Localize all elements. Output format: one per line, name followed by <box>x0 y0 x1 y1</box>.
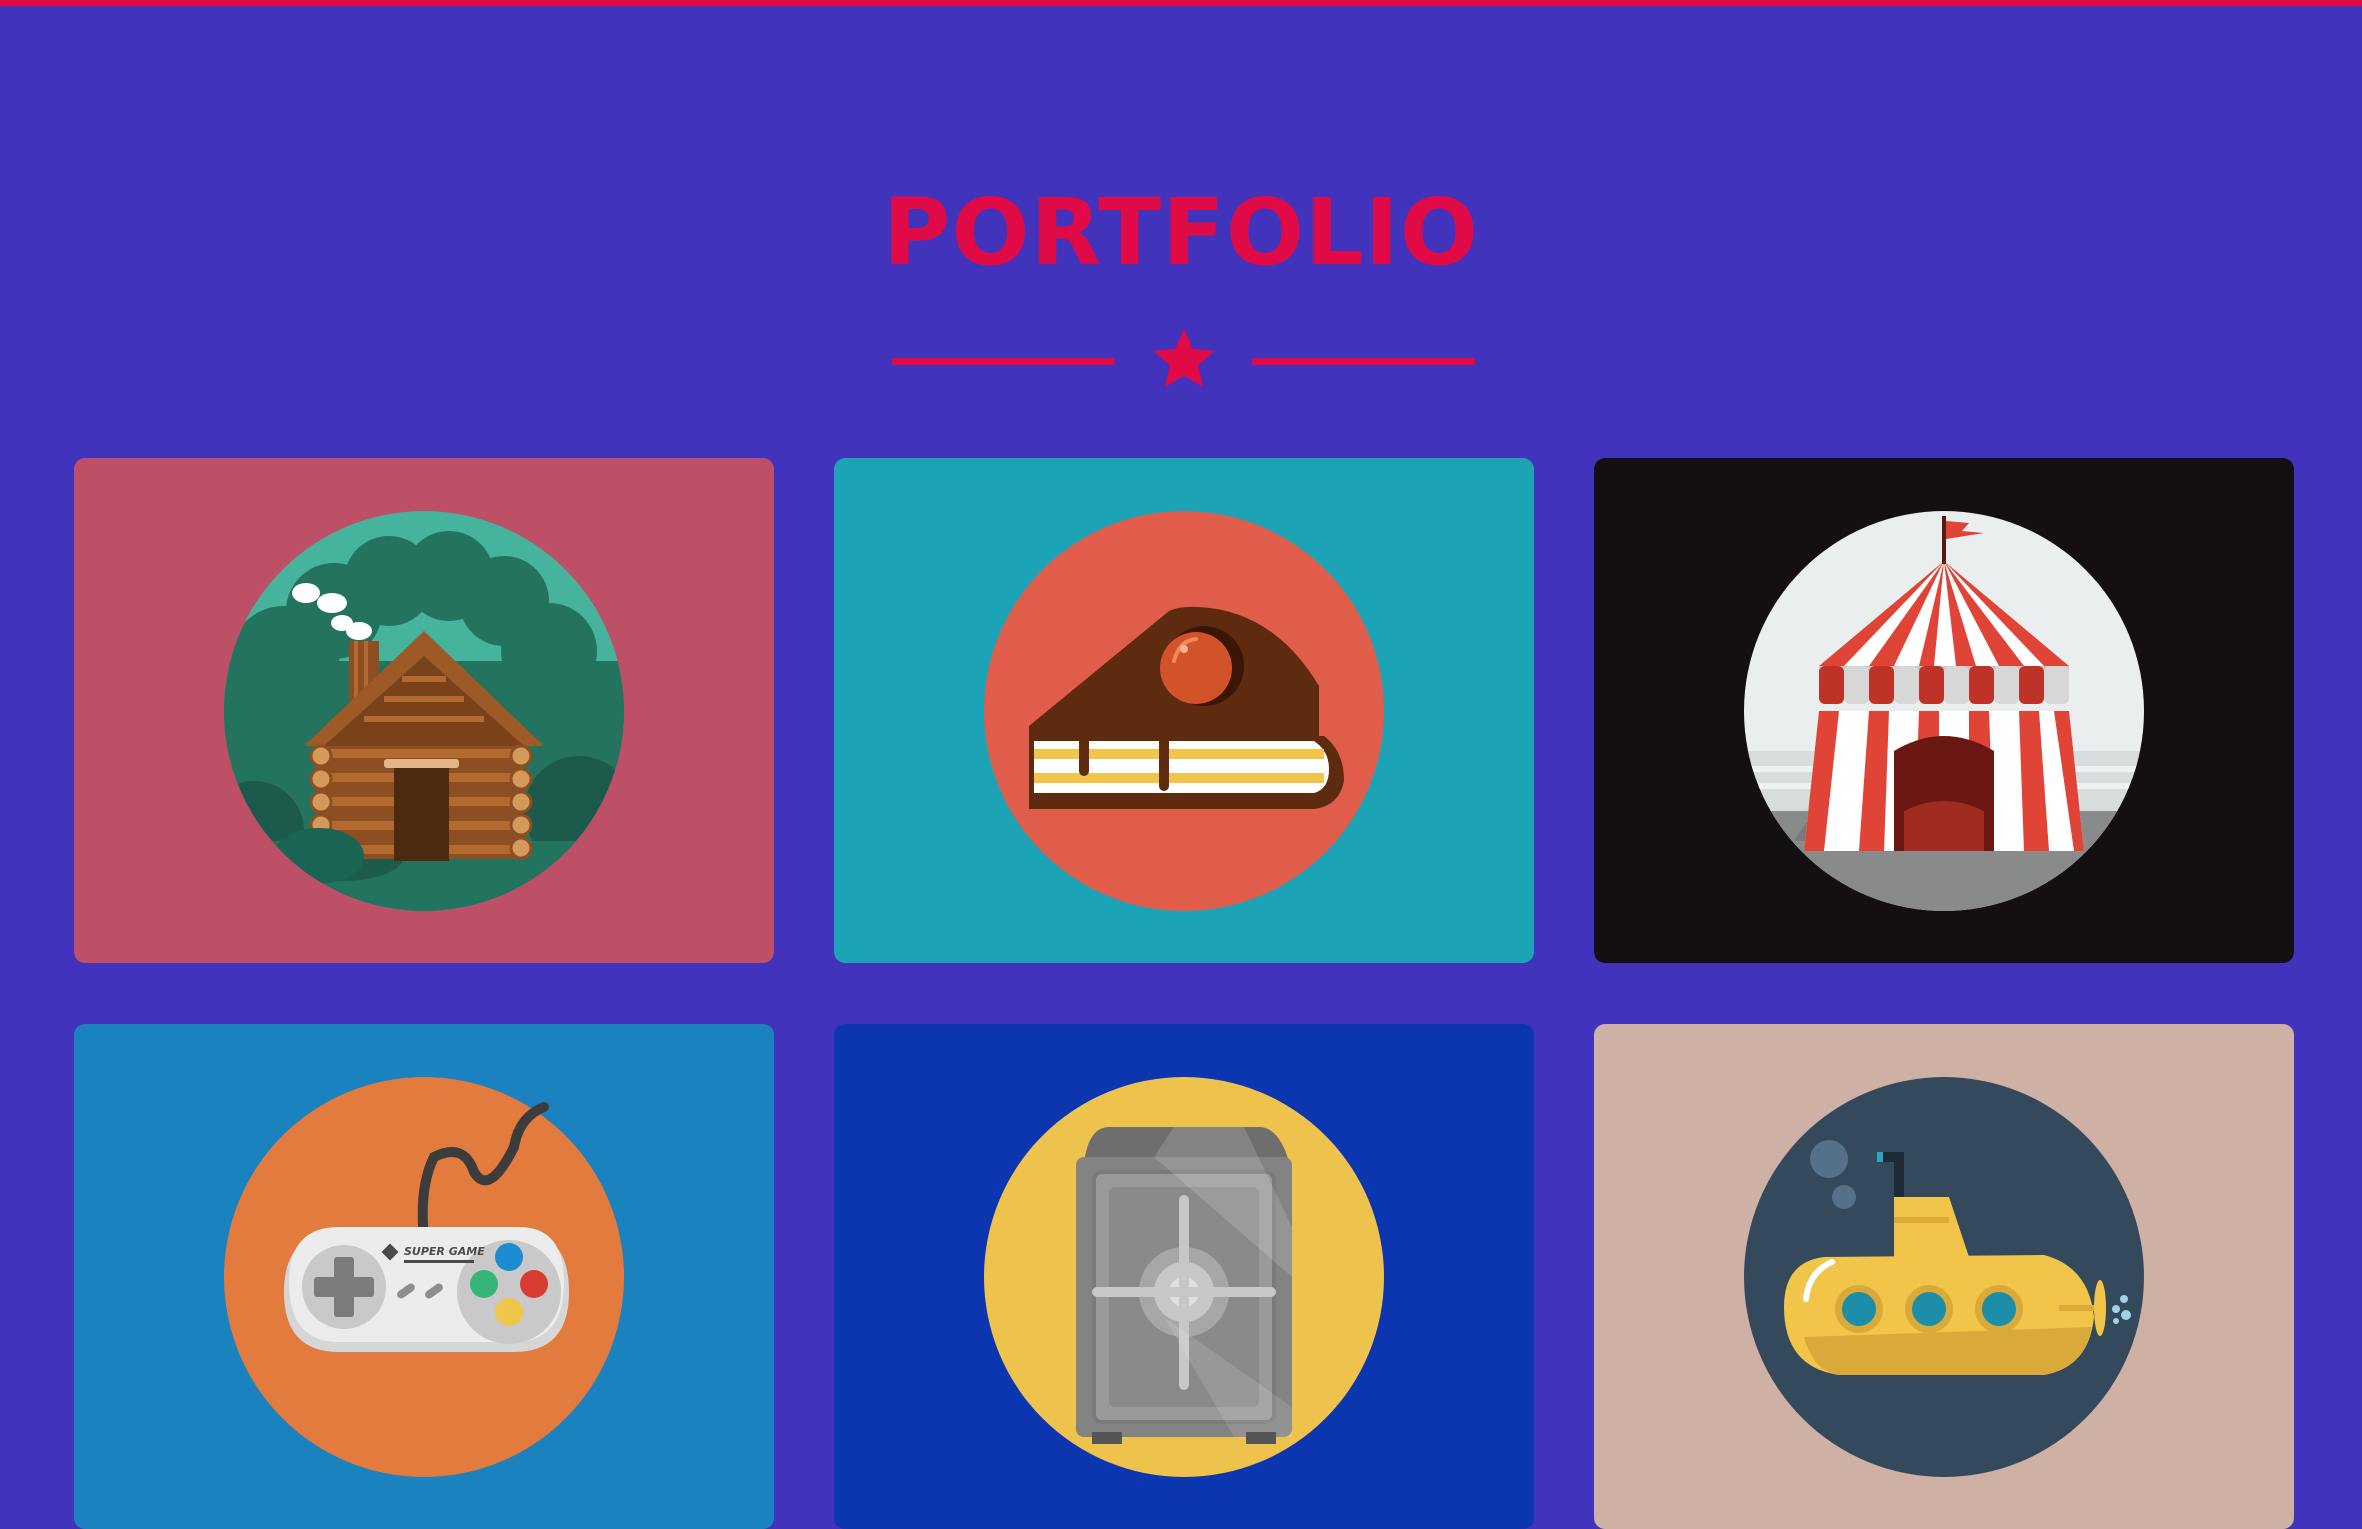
portfolio-item-submarine[interactable] <box>1594 1024 2294 1529</box>
portfolio-item-safe[interactable] <box>834 1024 1534 1529</box>
submarine-icon <box>1744 1077 2144 1477</box>
divider-line-right <box>1252 358 1475 365</box>
section-divider <box>892 320 1475 402</box>
section-title: PORTFOLIO <box>882 179 1480 286</box>
game-controller-icon: SUPER GAME <box>224 1077 624 1477</box>
divider-line-left <box>892 358 1115 365</box>
controller-brand-label: SUPER GAME <box>404 1245 485 1258</box>
safe-icon <box>984 1077 1384 1477</box>
star-icon <box>1153 328 1215 388</box>
top-accent-bar <box>0 0 2362 6</box>
portfolio-item-cake[interactable] <box>834 458 1534 963</box>
portfolio-item-circus[interactable] <box>1594 458 2294 963</box>
log-cabin-icon <box>224 511 624 911</box>
circus-tent-icon <box>1744 511 2144 911</box>
cake-slice-icon <box>984 511 1384 911</box>
portfolio-item-controller[interactable]: SUPER GAME <box>74 1024 774 1529</box>
portfolio-item-cabin[interactable] <box>74 458 774 963</box>
